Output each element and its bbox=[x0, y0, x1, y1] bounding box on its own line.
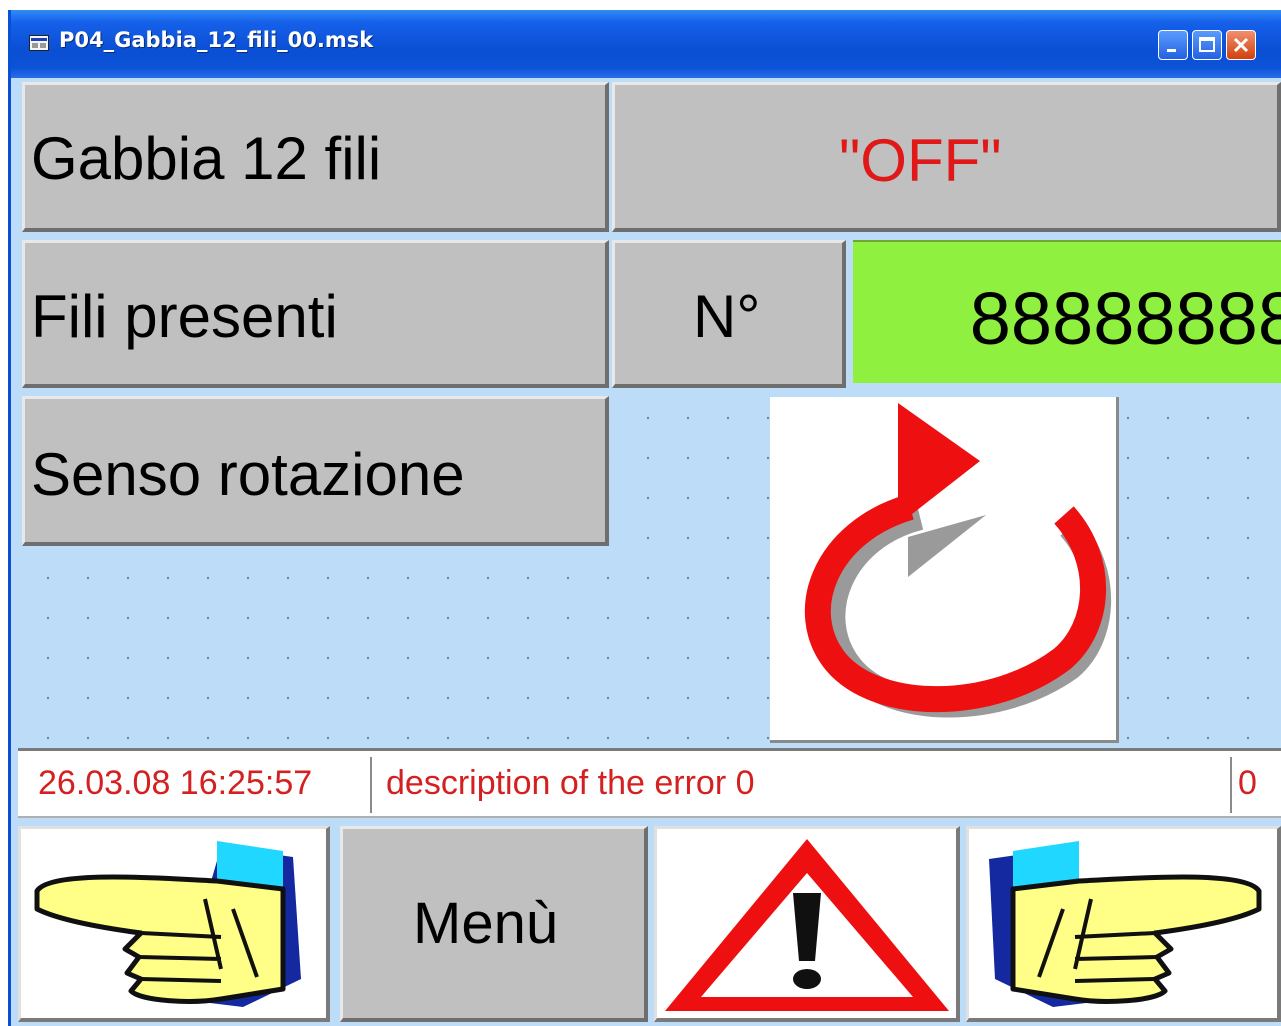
wires-count-field[interactable]: 88888888 bbox=[853, 240, 1281, 383]
next-page-button[interactable] bbox=[966, 826, 1281, 1022]
rotation-direction-button[interactable] bbox=[770, 397, 1119, 743]
minimize-icon bbox=[1167, 49, 1176, 52]
divider bbox=[370, 757, 372, 813]
menu-button[interactable]: Menù bbox=[340, 826, 648, 1022]
wires-label: Fili presenti bbox=[31, 283, 338, 350]
wires-count-value: 88888888 bbox=[969, 277, 1281, 360]
navigation-bar: Menù bbox=[18, 826, 1281, 1026]
window-title: P04_Gabbia_12_fili_00.msk bbox=[59, 28, 374, 52]
menu-button-label: Menù bbox=[413, 891, 559, 956]
previous-page-button[interactable] bbox=[18, 826, 330, 1022]
close-button[interactable] bbox=[1226, 30, 1256, 60]
alarm-button[interactable] bbox=[654, 826, 960, 1022]
error-description: description of the error 0 bbox=[386, 764, 755, 802]
wires-label-panel: Fili presenti bbox=[22, 240, 609, 388]
warning-triangle-icon bbox=[665, 839, 949, 1011]
error-timestamp: 26.03.08 16:25:57 bbox=[38, 764, 313, 802]
app-window-icon bbox=[29, 35, 49, 51]
title-bar: P04_Gabbia_12_fili_00.msk bbox=[11, 10, 1281, 78]
status-indicator: "OFF" bbox=[612, 82, 1281, 232]
error-code: 0 bbox=[1238, 764, 1257, 802]
wires-unit-label: N° bbox=[693, 283, 761, 350]
maximize-icon bbox=[1199, 37, 1215, 52]
error-message-bar: 26.03.08 16:25:57 description of the err… bbox=[18, 748, 1281, 818]
rotation-label-panel: Senso rotazione bbox=[22, 396, 609, 546]
hand-pointing-left-icon bbox=[34, 841, 301, 1007]
minimize-button[interactable] bbox=[1158, 30, 1188, 60]
wires-unit-panel: N° bbox=[612, 240, 846, 388]
clockwise-arrow-icon bbox=[804, 403, 1112, 718]
close-icon bbox=[1233, 37, 1249, 53]
hand-pointing-right-icon bbox=[989, 841, 1262, 1007]
divider bbox=[1230, 757, 1232, 813]
rotation-label: Senso rotazione bbox=[31, 441, 465, 508]
maximize-button[interactable] bbox=[1192, 30, 1222, 60]
status-value: "OFF" bbox=[839, 127, 1002, 194]
cage-title-panel: Gabbia 12 fili bbox=[22, 82, 609, 232]
cage-title: Gabbia 12 fili bbox=[31, 125, 382, 192]
